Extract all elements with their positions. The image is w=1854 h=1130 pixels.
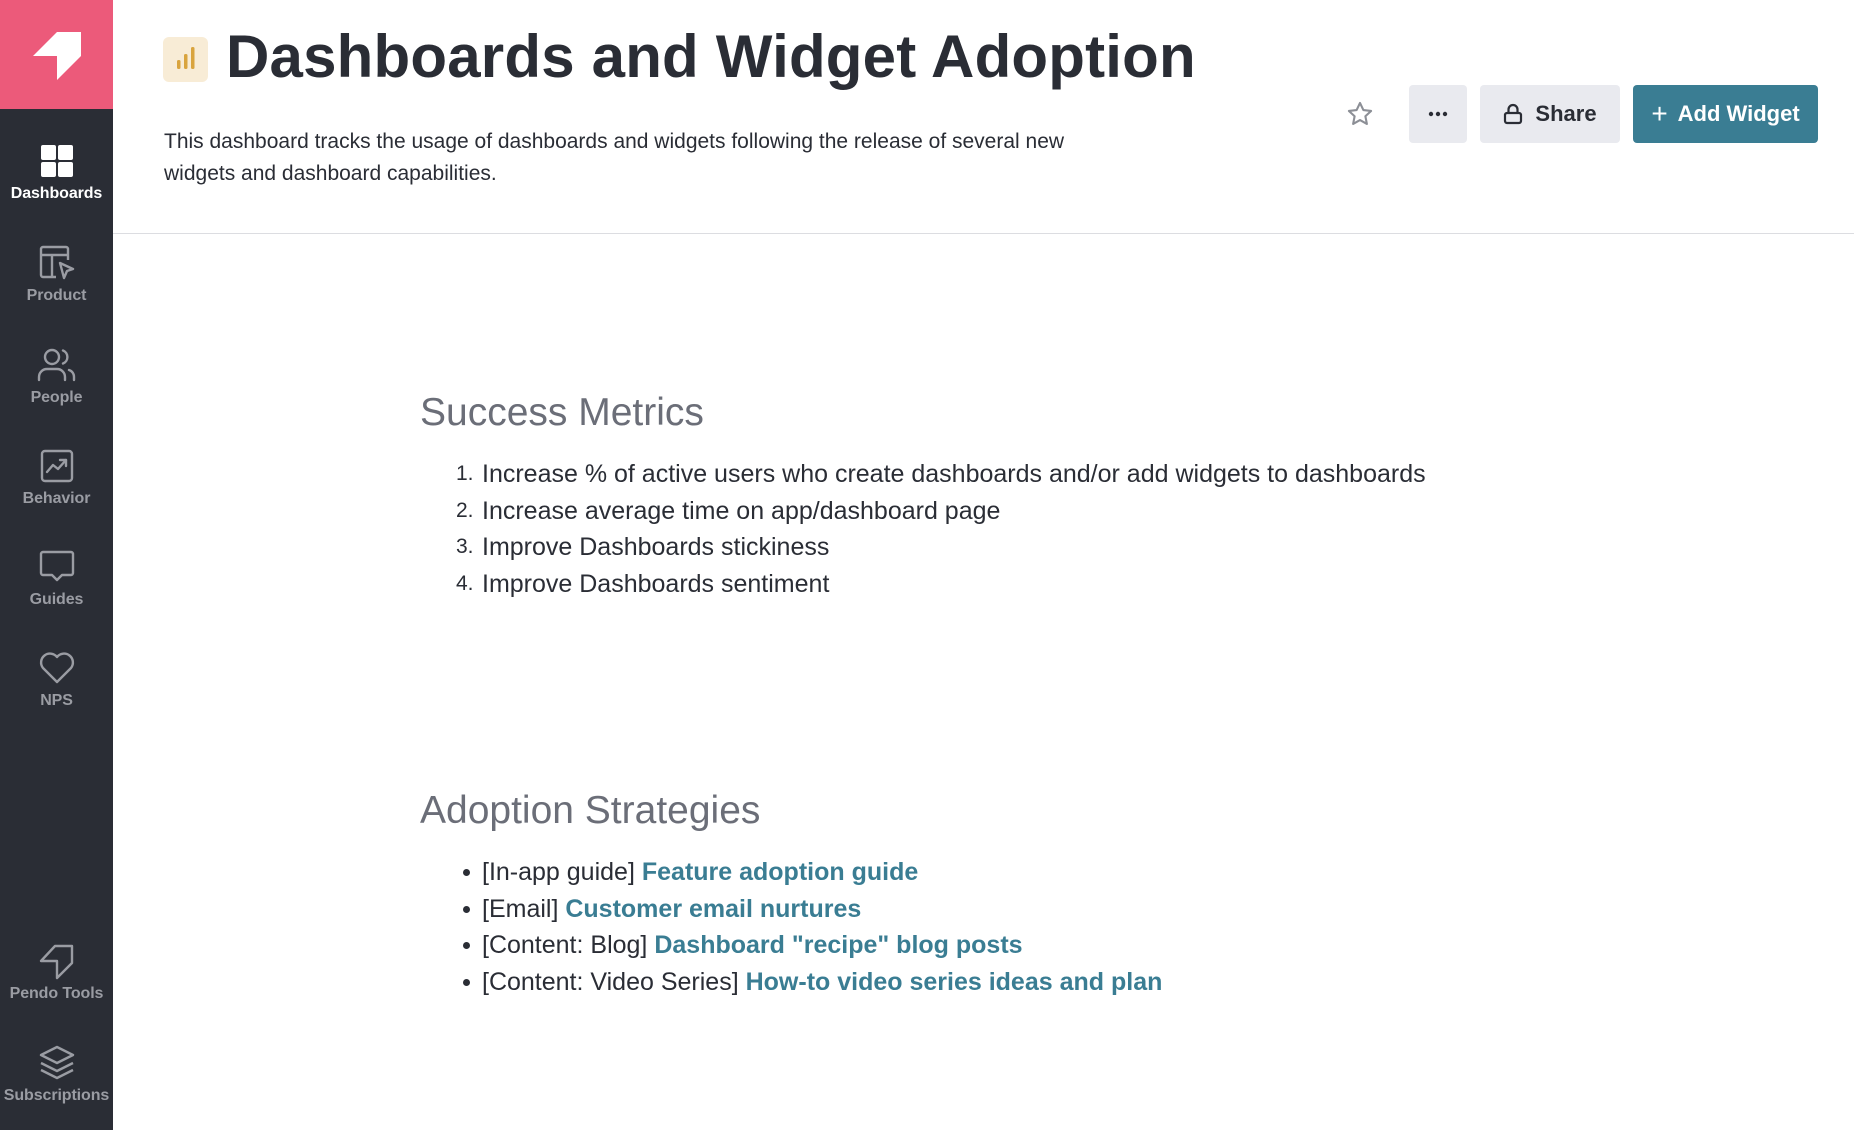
share-button[interactable]: Share <box>1480 85 1620 143</box>
strategy-type: [In-app guide] <box>482 858 635 886</box>
more-options-button[interactable] <box>1409 85 1467 143</box>
guides-speech-bubble-icon <box>37 547 77 587</box>
strategy-type: [Content: Blog] <box>482 931 648 960</box>
header-actions: Share + Add Widget <box>1340 85 1818 143</box>
dashboard-header: Dashboards and Widget Adoption This dash… <box>113 0 1854 234</box>
bullet <box>463 942 470 950</box>
list-item: [Content: Video Series] How-to video ser… <box>420 964 1162 1001</box>
bullet <box>463 905 470 913</box>
ellipsis-icon <box>1428 111 1448 117</box>
strategy-type: [Email] <box>482 894 559 923</box>
lock-icon <box>1503 103 1523 125</box>
list-item: [In-app guide] Feature adoption guide <box>420 854 1162 891</box>
list-number: 3. <box>456 535 474 559</box>
sidebar-item-subscriptions[interactable]: Subscriptions <box>0 1043 113 1105</box>
add-widget-button[interactable]: + Add Widget <box>1633 85 1818 143</box>
list-item: 4. Improve Dashboards sentiment <box>420 566 1426 603</box>
heart-icon <box>37 648 77 688</box>
sidebar-item-label: People <box>30 389 83 406</box>
pendo-logo[interactable] <box>0 0 113 109</box>
list-item-text: Improve Dashboards stickiness <box>482 533 830 562</box>
sidebar-item-dashboards[interactable]: Dashboards <box>0 141 113 203</box>
recipe-blog-posts-link[interactable]: Dashboard "recipe" blog posts <box>654 931 1022 959</box>
page-title: Dashboards and Widget Adoption <box>226 23 1196 90</box>
pendo-logo-icon <box>32 31 81 80</box>
bar-chart-icon <box>163 37 208 82</box>
sidebar-item-guides[interactable]: Guides <box>0 547 113 609</box>
sidebar-item-label: Product <box>26 287 87 304</box>
bullet <box>463 978 470 986</box>
sidebar-item-behavior[interactable]: Behavior <box>0 446 113 508</box>
dashboards-grid-icon <box>37 141 77 181</box>
list-number: 4. <box>456 571 474 595</box>
list-item-text: Improve Dashboards sentiment <box>482 569 830 598</box>
strategy-type: [Content: Video Series] <box>482 967 739 996</box>
sidebar: Dashboards Product People Behavior Guide… <box>0 0 113 1130</box>
sidebar-item-label: Pendo Tools <box>9 985 104 1002</box>
success-metrics-heading: Success Metrics <box>420 391 704 434</box>
adoption-strategies-heading: Adoption Strategies <box>420 789 761 832</box>
list-item: 3. Improve Dashboards stickiness <box>420 529 1426 566</box>
plus-icon: + <box>1651 98 1668 129</box>
star-icon <box>1347 101 1373 125</box>
list-item: [Content: Blog] Dashboard "recipe" blog … <box>420 927 1162 964</box>
sidebar-item-label: Guides <box>29 591 84 608</box>
dashboard-description: This dashboard tracks the usage of dashb… <box>164 130 1065 185</box>
sidebar-item-people[interactable]: People <box>0 345 113 407</box>
add-widget-label: Add Widget <box>1677 101 1800 126</box>
people-icon <box>37 345 77 385</box>
sidebar-item-product[interactable]: Product <box>0 243 113 305</box>
sidebar-item-label: Subscriptions <box>3 1087 110 1104</box>
product-layout-cursor-icon <box>37 243 77 283</box>
list-item: 2. Increase average time on app/dashboar… <box>420 493 1426 530</box>
list-number: 2. <box>456 498 474 522</box>
sidebar-item-label: Behavior <box>22 490 91 507</box>
share-label: Share <box>1535 101 1597 126</box>
sidebar-item-pendo-tools[interactable]: Pendo Tools <box>0 941 113 1003</box>
list-item: [Email] Customer email nurtures <box>420 891 1162 928</box>
list-item-text: Increase average time on app/dashboard p… <box>482 496 1001 525</box>
list-item: 1. Increase % of active users who create… <box>420 456 1426 493</box>
success-metrics-list: 1. Increase % of active users who create… <box>420 456 1426 602</box>
sidebar-item-nps[interactable]: NPS <box>0 648 113 710</box>
layers-icon <box>37 1043 77 1083</box>
sidebar-item-label: NPS <box>40 692 73 709</box>
video-series-plan-link[interactable]: How-to video series ideas and plan <box>746 968 1163 996</box>
bullet <box>463 869 470 876</box>
favorite-button[interactable] <box>1340 94 1380 134</box>
customer-email-nurtures-link[interactable]: Customer email nurtures <box>565 895 861 923</box>
list-item-text: Increase % of active users who create da… <box>482 460 1426 488</box>
sidebar-item-label: Dashboards <box>10 185 103 202</box>
list-number: 1. <box>456 462 474 485</box>
behavior-trend-icon <box>37 446 77 486</box>
adoption-strategies-list: [In-app guide] Feature adoption guide [E… <box>420 854 1162 1000</box>
feature-adoption-guide-link[interactable]: Feature adoption guide <box>642 858 918 886</box>
pendo-tools-icon <box>37 941 77 981</box>
